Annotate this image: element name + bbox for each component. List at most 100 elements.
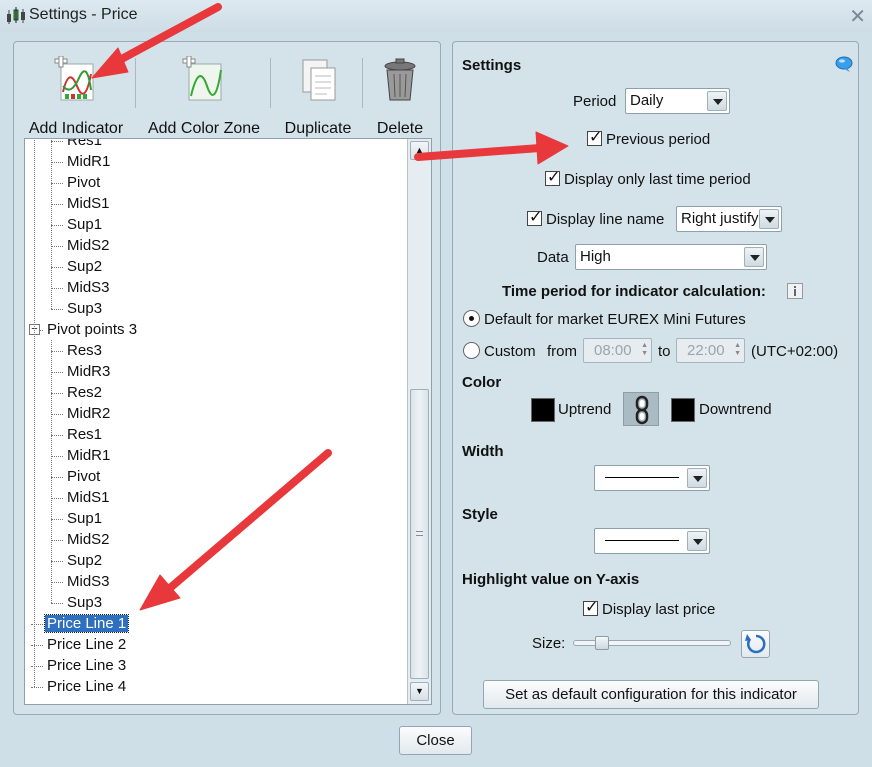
duplicate-button[interactable]: Duplicate bbox=[278, 56, 358, 142]
indicator-tree: Res1 MidR1 Pivot MidS1 Sup1 MidS2 Sup2 MidS3 Sup… bbox=[24, 138, 432, 705]
add-color-zone-button[interactable]: Add Color Zone bbox=[144, 56, 264, 142]
tree-child-item[interactable]: Sup3 bbox=[65, 592, 104, 613]
tree-connector bbox=[51, 372, 63, 373]
display-last-time-option[interactable]: ✓ Display only last time period bbox=[545, 170, 751, 188]
tree-child-item[interactable]: MidR2 bbox=[65, 403, 112, 424]
tree-child-item[interactable]: Sup3 bbox=[65, 298, 104, 319]
tree-scrollbar[interactable]: ▲ ▼ bbox=[407, 139, 431, 704]
radio-default-option[interactable]: Default for market EUREX Mini Futures bbox=[463, 310, 746, 328]
tree-connector bbox=[51, 519, 63, 520]
set-default-button[interactable]: Set as default configuration for this in… bbox=[483, 680, 819, 709]
data-value: High bbox=[580, 248, 611, 265]
display-line-name-checkbox[interactable]: ✓ bbox=[527, 210, 542, 226]
tree-item-price-line[interactable]: Price Line 2 bbox=[45, 634, 128, 655]
tree-connector bbox=[51, 204, 63, 205]
tree-child-item[interactable]: Pivot bbox=[65, 172, 102, 193]
tree-child-item[interactable]: MidS3 bbox=[65, 571, 112, 592]
previous-period-checkbox[interactable]: ✓ bbox=[587, 130, 602, 146]
tree-child-item[interactable]: Sup2 bbox=[65, 256, 104, 277]
tree-item-price-line[interactable]: Price Line 1 bbox=[43, 613, 130, 634]
tree-child-item[interactable]: MidS1 bbox=[65, 487, 112, 508]
chevron-down-icon bbox=[759, 209, 779, 229]
uptrend-label: Uptrend bbox=[558, 401, 612, 418]
display-last-price-checkbox[interactable]: ✓ bbox=[583, 600, 598, 616]
info-icon[interactable] bbox=[787, 283, 803, 299]
tree-child-item[interactable]: Res2 bbox=[65, 382, 104, 403]
display-line-name-option[interactable]: ✓ Display line name bbox=[527, 210, 664, 228]
tree-child-item[interactable]: Sup1 bbox=[65, 214, 104, 235]
tree-connector bbox=[51, 393, 63, 394]
trash-icon bbox=[384, 58, 416, 101]
previous-period-option[interactable]: ✓ Previous period bbox=[587, 130, 710, 148]
tree-item-label: MidR2 bbox=[67, 405, 111, 422]
size-slider-thumb[interactable] bbox=[594, 636, 609, 650]
radio-default[interactable] bbox=[463, 310, 480, 327]
tree-child-item[interactable]: Res1 bbox=[65, 424, 104, 445]
tree-connector bbox=[51, 456, 63, 457]
display-last-time-label: Display only last time period bbox=[564, 171, 751, 188]
spinner-icon: ▲ ▼ bbox=[734, 342, 741, 357]
data-select[interactable]: High bbox=[575, 244, 767, 270]
tree-item-label: Sup2 bbox=[67, 258, 103, 275]
tree-child-item[interactable]: MidR3 bbox=[65, 361, 112, 382]
tree-item-label: Res1 bbox=[67, 138, 103, 149]
tree-item-label: Pivot bbox=[67, 174, 101, 191]
help-bubble-icon[interactable] bbox=[835, 56, 853, 72]
tree-child-item[interactable]: MidS3 bbox=[65, 277, 112, 298]
radio-default-label: Default for market EUREX Mini Futures bbox=[484, 311, 746, 328]
tree-child-item[interactable]: Res1 bbox=[65, 138, 104, 151]
to-time-value: 22:00 bbox=[687, 342, 725, 359]
style-select[interactable] bbox=[594, 528, 710, 554]
tree-connector bbox=[51, 267, 63, 268]
tree-item-label: Pivot points 3 bbox=[47, 321, 138, 338]
chevron-down-icon bbox=[744, 247, 764, 267]
tree-connector bbox=[51, 225, 63, 226]
tree-connector bbox=[51, 309, 63, 310]
spinner-icon: ▲ ▼ bbox=[641, 342, 648, 357]
close-button[interactable]: Close bbox=[399, 726, 472, 755]
tree-child-item[interactable]: MidR1 bbox=[65, 445, 112, 466]
tree-child-item[interactable]: Sup2 bbox=[65, 550, 104, 571]
tree-connector bbox=[51, 246, 63, 247]
downtrend-color-swatch[interactable] bbox=[671, 398, 695, 422]
radio-custom[interactable] bbox=[463, 342, 480, 359]
period-value: Daily bbox=[630, 92, 664, 109]
line-name-position-value: Right justify bbox=[681, 210, 759, 227]
tree-item-price-line[interactable]: Price Line 3 bbox=[45, 655, 128, 676]
width-select[interactable] bbox=[594, 465, 710, 491]
line-name-position-select[interactable]: Right justify bbox=[676, 206, 782, 232]
reset-size-button[interactable] bbox=[741, 630, 770, 658]
tree-item-price-line[interactable]: Price Line 4 bbox=[45, 676, 128, 697]
tree-child-item[interactable]: MidR1 bbox=[65, 151, 112, 172]
tree-child-item[interactable]: MidS2 bbox=[65, 235, 112, 256]
tree-child-item[interactable]: Res3 bbox=[65, 340, 104, 361]
timezone-label: (UTC+02:00) bbox=[751, 343, 839, 360]
tree-child-item[interactable]: Pivot bbox=[65, 466, 102, 487]
tree-item-label: Pivot bbox=[67, 468, 101, 485]
radio-custom-label: Custom bbox=[484, 343, 536, 360]
display-last-price-option[interactable]: ✓ Display last price bbox=[583, 600, 716, 618]
from-time-input[interactable]: 08:00 ▲ ▼ bbox=[583, 338, 652, 363]
tree-item-label: MidS1 bbox=[67, 195, 110, 212]
duplicate-icon bbox=[302, 59, 336, 101]
tree-child-item[interactable]: Sup1 bbox=[65, 508, 104, 529]
period-select[interactable]: Daily bbox=[625, 88, 730, 114]
display-last-price-label: Display last price bbox=[602, 601, 716, 618]
scroll-up-button[interactable]: ▲ bbox=[410, 141, 429, 160]
radio-custom-option[interactable]: Custom bbox=[463, 342, 536, 360]
add-indicator-button[interactable]: Add Indicator bbox=[26, 56, 126, 142]
tree-child-item[interactable]: MidS1 bbox=[65, 193, 112, 214]
scroll-down-button[interactable]: ▼ bbox=[410, 682, 429, 701]
tree-child-item[interactable]: MidS2 bbox=[65, 529, 112, 550]
tree-connector bbox=[51, 351, 63, 352]
tree-group-pivot-points-3[interactable]: Pivot points 3 bbox=[45, 319, 139, 340]
to-time-input[interactable]: 22:00 ▲ ▼ bbox=[676, 338, 745, 363]
tree-item-label: Price Line 3 bbox=[47, 657, 127, 674]
link-colors-button[interactable] bbox=[623, 392, 659, 426]
downtrend-label: Downtrend bbox=[699, 401, 772, 418]
window-close-icon[interactable]: ✕ bbox=[849, 4, 866, 29]
delete-button[interactable]: Delete bbox=[370, 56, 430, 142]
scroll-thumb[interactable] bbox=[410, 389, 429, 679]
uptrend-color-swatch[interactable] bbox=[531, 398, 555, 422]
display-last-time-checkbox[interactable]: ✓ bbox=[545, 170, 560, 186]
